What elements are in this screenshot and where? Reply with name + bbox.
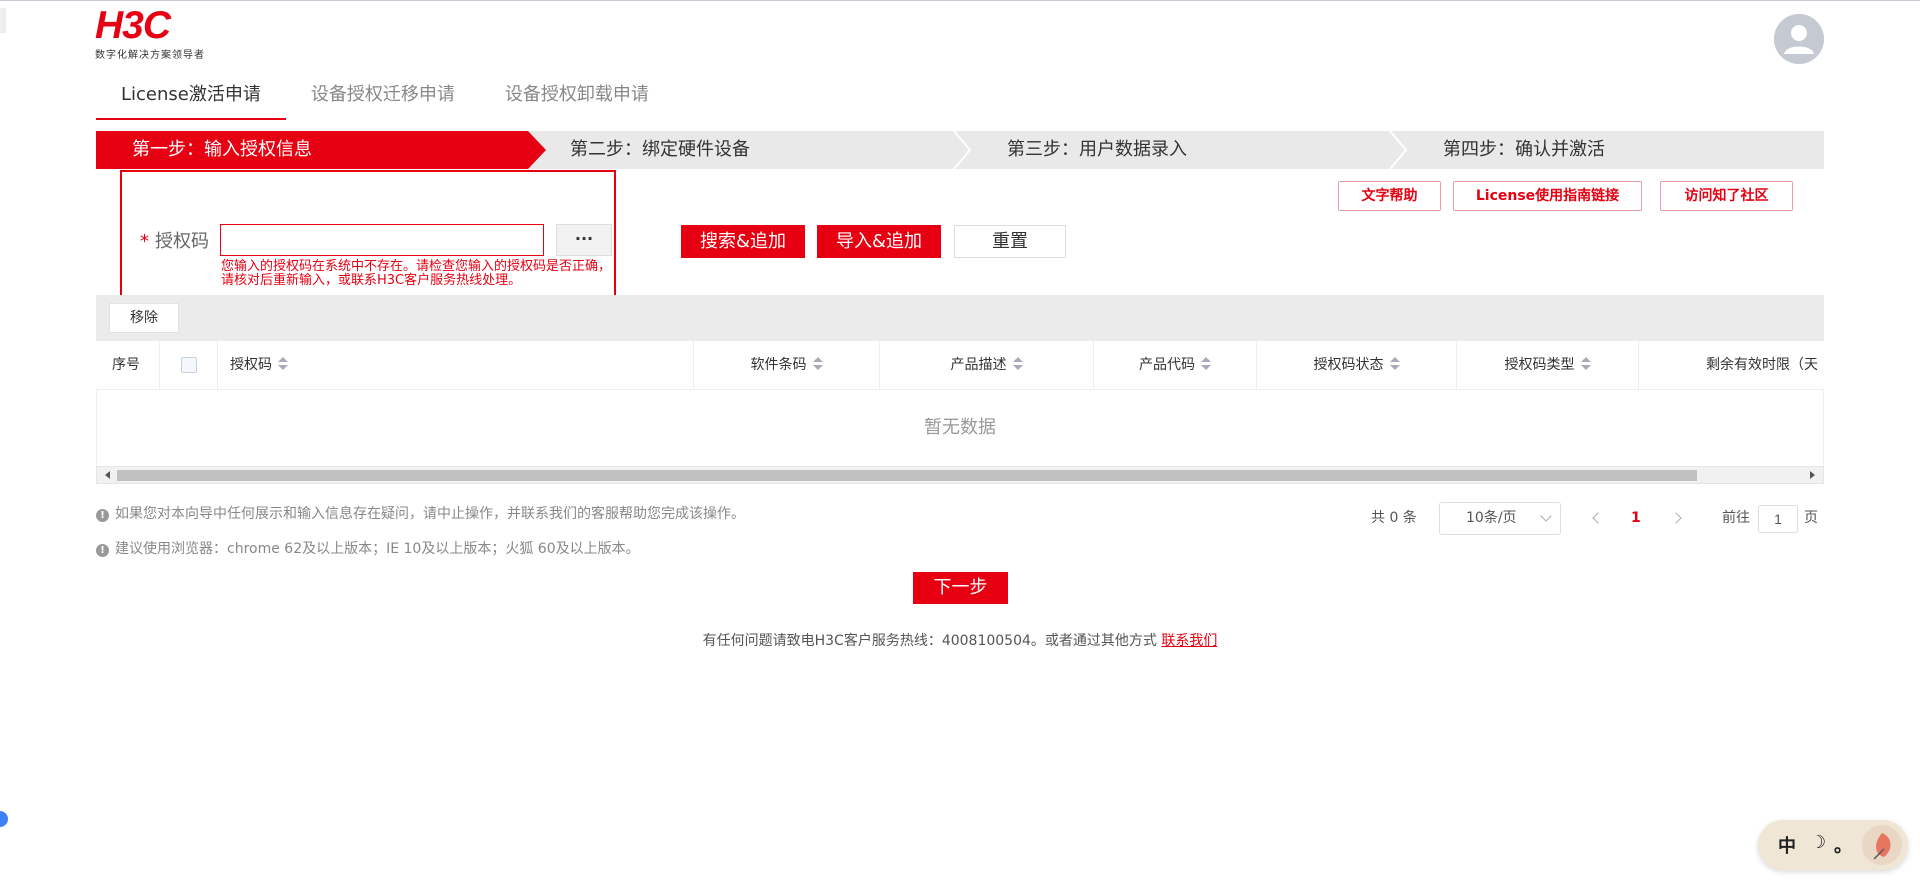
text-help-button[interactable]: 文字帮助 — [1338, 181, 1441, 211]
step-progress-bar: 第一步：输入授权信息 第二步：绑定硬件设备 第三步：用户数据录入 第四步：确认并… — [96, 131, 1824, 169]
table-body: 暂无数据 — [96, 390, 1824, 466]
scroll-right-icon[interactable] — [1810, 471, 1815, 479]
page-size-select[interactable]: 10条/页 — [1439, 502, 1561, 535]
import-add-button[interactable]: 导入&追加 — [817, 225, 941, 258]
info-icon: ! — [96, 509, 109, 522]
more-options-button[interactable]: ··· — [556, 224, 612, 256]
empty-table-text: 暂无数据 — [924, 417, 996, 438]
sort-icon[interactable] — [812, 357, 823, 371]
help-note-2-text: 建议使用浏览器：chrome 62及以上版本；IE 10及以上版本；火狐 60及… — [115, 541, 640, 557]
table-toolbar: 移除 — [96, 295, 1824, 341]
auth-code-input[interactable] — [220, 224, 544, 256]
help-note-1-text: 如果您对本向导中任何展示和输入信息存在疑问，请中止操作，并联系我们的客服帮助您完… — [115, 506, 745, 522]
contact-us-link[interactable]: 联系我们 — [1161, 633, 1217, 649]
sort-icon[interactable] — [1201, 357, 1211, 371]
col-auth-code[interactable]: 授权码 — [218, 341, 694, 389]
col-code-status[interactable]: 授权码状态 — [1257, 341, 1457, 389]
h3c-logo[interactable]: H3C 数字化解决方案领导者 — [95, 4, 210, 61]
scroll-left-icon[interactable] — [105, 471, 110, 479]
step-4: 第四步：确认并激活 — [1443, 139, 1605, 160]
step-2: 第二步：绑定硬件设备 — [570, 139, 750, 160]
col-select — [160, 341, 218, 389]
prev-page-icon[interactable] — [1592, 512, 1604, 524]
tab-device-migration[interactable]: 设备授权迁移申请 — [286, 78, 480, 120]
ime-lang-toggle[interactable]: 中 — [1778, 832, 1796, 858]
logo-slogan: 数字化解决方案领导者 — [95, 50, 205, 61]
sort-icon[interactable] — [278, 357, 288, 371]
ime-punct-toggle[interactable]: 。 — [1834, 832, 1852, 858]
pagination-total: 共 0 条 — [1371, 510, 1417, 526]
ime-toolbar[interactable]: 中 ☽ 。 — [1758, 820, 1908, 870]
step-divider-icon — [952, 131, 972, 169]
tab-license-activation[interactable]: License激活申请 — [96, 78, 286, 120]
col-code-type-label: 授权码类型 — [1504, 357, 1575, 373]
tab-bar: License激活申请 设备授权迁移申请 设备授权卸载申请 — [96, 78, 674, 120]
col-software-code[interactable]: 软件条码 — [694, 341, 880, 389]
tab-device-uninstall[interactable]: 设备授权卸载申请 — [480, 78, 674, 120]
auth-code-label-text: 授权码 — [155, 231, 209, 252]
select-all-checkbox[interactable] — [180, 357, 197, 373]
help-note-1: ! 如果您对本向导中任何展示和输入信息存在疑问，请中止操作，并联系我们的客服帮助您… — [96, 503, 745, 523]
page-suffix: 页 — [1804, 510, 1818, 526]
chevron-down-icon — [1540, 510, 1552, 522]
search-add-button[interactable]: 搜索&追加 — [681, 225, 805, 258]
col-auth-code-label: 授权码 — [230, 357, 272, 373]
user-silhouette-icon — [1774, 14, 1824, 64]
auth-code-label: * 授权码 — [140, 227, 209, 253]
scrollbar-thumb[interactable] — [117, 470, 1697, 481]
step-divider-icon — [1388, 131, 1408, 169]
step-1-arrow — [528, 131, 546, 169]
col-remaining-days[interactable]: 剩余有效时限（天 — [1639, 341, 1824, 389]
current-page-number[interactable]: 1 — [1631, 501, 1641, 535]
info-icon: ! — [96, 544, 109, 557]
goto-page-input[interactable] — [1758, 505, 1798, 533]
ime-skin-icon[interactable] — [1862, 825, 1902, 865]
license-guide-link-button[interactable]: License使用指南链接 — [1453, 181, 1642, 211]
next-step-button[interactable]: 下一步 — [913, 572, 1008, 604]
next-page-icon[interactable] — [1670, 512, 1682, 524]
col-index: 序号 — [96, 341, 160, 389]
user-avatar-icon[interactable] — [1774, 14, 1824, 64]
footer-text: 有任何问题请致电H3C客户服务热线：4008100504。或者通过其他方式 — [702, 633, 1157, 649]
col-code-status-label: 授权码状态 — [1313, 357, 1384, 373]
page-size-value: 10条/页 — [1466, 510, 1517, 526]
floating-dot[interactable] — [0, 811, 8, 827]
step-1: 第一步：输入授权信息 — [96, 131, 528, 169]
footer: 有任何问题请致电H3C客户服务热线：4008100504。或者通过其他方式 联系… — [0, 630, 1920, 650]
col-product-code-label: 产品代码 — [1139, 357, 1195, 373]
remove-button[interactable]: 移除 — [109, 303, 179, 333]
community-button[interactable]: 访问知了社区 — [1660, 181, 1793, 211]
auth-code-error: 您输入的授权码在系统中不存在。请检查您输入的授权码是否正确，请核对后重新输入，或… — [221, 259, 612, 288]
left-edge-tab — [0, 8, 6, 33]
reset-button[interactable]: 重置 — [954, 225, 1066, 258]
help-note-2: ! 建议使用浏览器：chrome 62及以上版本；IE 10及以上版本；火狐 60… — [96, 538, 640, 558]
col-product-desc[interactable]: 产品描述 — [880, 341, 1094, 389]
col-product-desc-label: 产品描述 — [950, 357, 1007, 373]
sort-icon[interactable] — [1012, 357, 1023, 371]
col-code-type[interactable]: 授权码类型 — [1457, 341, 1639, 389]
table-header: 序号 授权码 软件条码 产品描述 产品代码 授权码状态 授权码类型 剩余有效时限… — [96, 341, 1824, 390]
top-border — [0, 0, 1920, 1]
col-product-code[interactable]: 产品代码 — [1094, 341, 1257, 389]
sort-icon[interactable] — [1580, 357, 1591, 371]
required-mark: * — [140, 231, 149, 252]
ime-moon-icon[interactable]: ☽ — [1810, 832, 1826, 853]
table-horizontal-scrollbar[interactable] — [96, 466, 1824, 484]
step-3: 第三步：用户数据录入 — [1007, 139, 1187, 160]
sort-icon[interactable] — [1389, 357, 1400, 371]
goto-label: 前往 — [1722, 510, 1750, 526]
logo-mark: H3C — [95, 4, 171, 47]
col-software-code-label: 软件条码 — [750, 357, 807, 373]
